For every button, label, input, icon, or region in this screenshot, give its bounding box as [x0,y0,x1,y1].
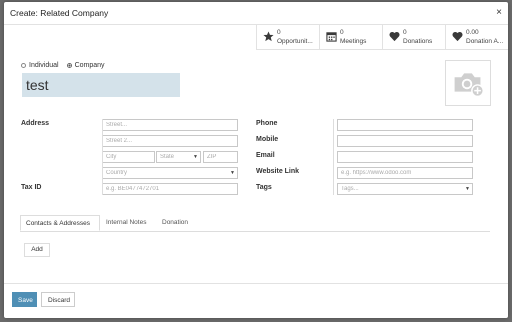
company-name-input[interactable] [22,73,180,97]
mobile-input[interactable] [337,135,473,147]
dialog-footer [4,283,508,284]
donation-amount-value: 0.00 [466,29,479,36]
address-label: Address [21,120,50,127]
tab-contacts-addresses[interactable]: Contacts & Addresses [20,215,100,231]
add-contact-button[interactable]: Add [24,243,50,257]
donations-label: Donations [403,38,433,45]
notebook-tabs: Contacts & Addresses Internal Notes Dona… [20,215,490,232]
tax-id-label: Tax ID [21,184,42,191]
donation-amount-label: Donation A... [466,38,504,45]
company-image-upload[interactable] [445,60,491,106]
meetings-count: 0 [340,29,344,36]
camera-add-icon [454,73,485,98]
mobile-label: Mobile [256,136,279,143]
close-icon[interactable]: × [496,7,502,18]
dialog-title: Create: Related Company [10,8,109,18]
discard-button[interactable]: Discard [41,292,75,307]
donation-amount-button[interactable]: 0.00 Donation A... [445,24,508,50]
street-input[interactable] [102,119,238,131]
calendar-icon [326,32,337,42]
radio-individual-dot[interactable] [21,63,26,68]
radio-individual[interactable]: Individual [21,62,59,69]
website-input[interactable] [337,167,473,179]
company-type-radio: Individual Company [21,62,105,69]
heart-icon [389,31,400,42]
tab-internal-notes[interactable]: Internal Notes [106,215,146,231]
opportunities-count: 0 [277,29,281,36]
tab-donation[interactable]: Donation [162,215,188,231]
left-column-divider [102,119,103,195]
radio-company-label: Company [74,62,105,69]
dialog-header: Create: Related Company × [4,2,508,25]
heart-icon [452,31,463,42]
email-input[interactable] [337,151,473,163]
donations-button[interactable]: 0 Donations [382,24,445,50]
right-column-divider [333,119,334,195]
tags-label: Tags [256,184,272,191]
meetings-label: Meetings [340,38,367,45]
opportunities-button[interactable]: 0 Opportunit... [256,24,319,50]
radio-individual-label: Individual [29,62,59,69]
create-related-company-dialog: Create: Related Company × 0 Opportunit..… [4,2,508,318]
radio-company[interactable]: Company [66,62,105,69]
zip-input[interactable] [203,151,238,163]
save-button[interactable]: Save [12,292,37,307]
country-select[interactable] [102,167,238,179]
tax-id-input[interactable] [102,183,238,195]
city-input[interactable] [102,151,155,163]
donations-count: 0 [403,29,407,36]
email-label: Email [256,152,275,159]
star-icon [263,31,274,42]
website-label: Website Link [256,168,300,175]
meetings-button[interactable]: 0 Meetings [319,24,382,50]
tags-input[interactable] [337,183,473,195]
state-select[interactable] [156,151,201,163]
opportunities-label: Opportunit... [277,38,313,45]
radio-company-dot[interactable] [66,63,72,68]
smart-buttons: 0 Opportunit... 0 Meetings 0 Donations 0… [256,24,508,50]
phone-label: Phone [256,120,278,127]
street2-input[interactable] [102,135,238,147]
phone-input[interactable] [337,119,473,131]
